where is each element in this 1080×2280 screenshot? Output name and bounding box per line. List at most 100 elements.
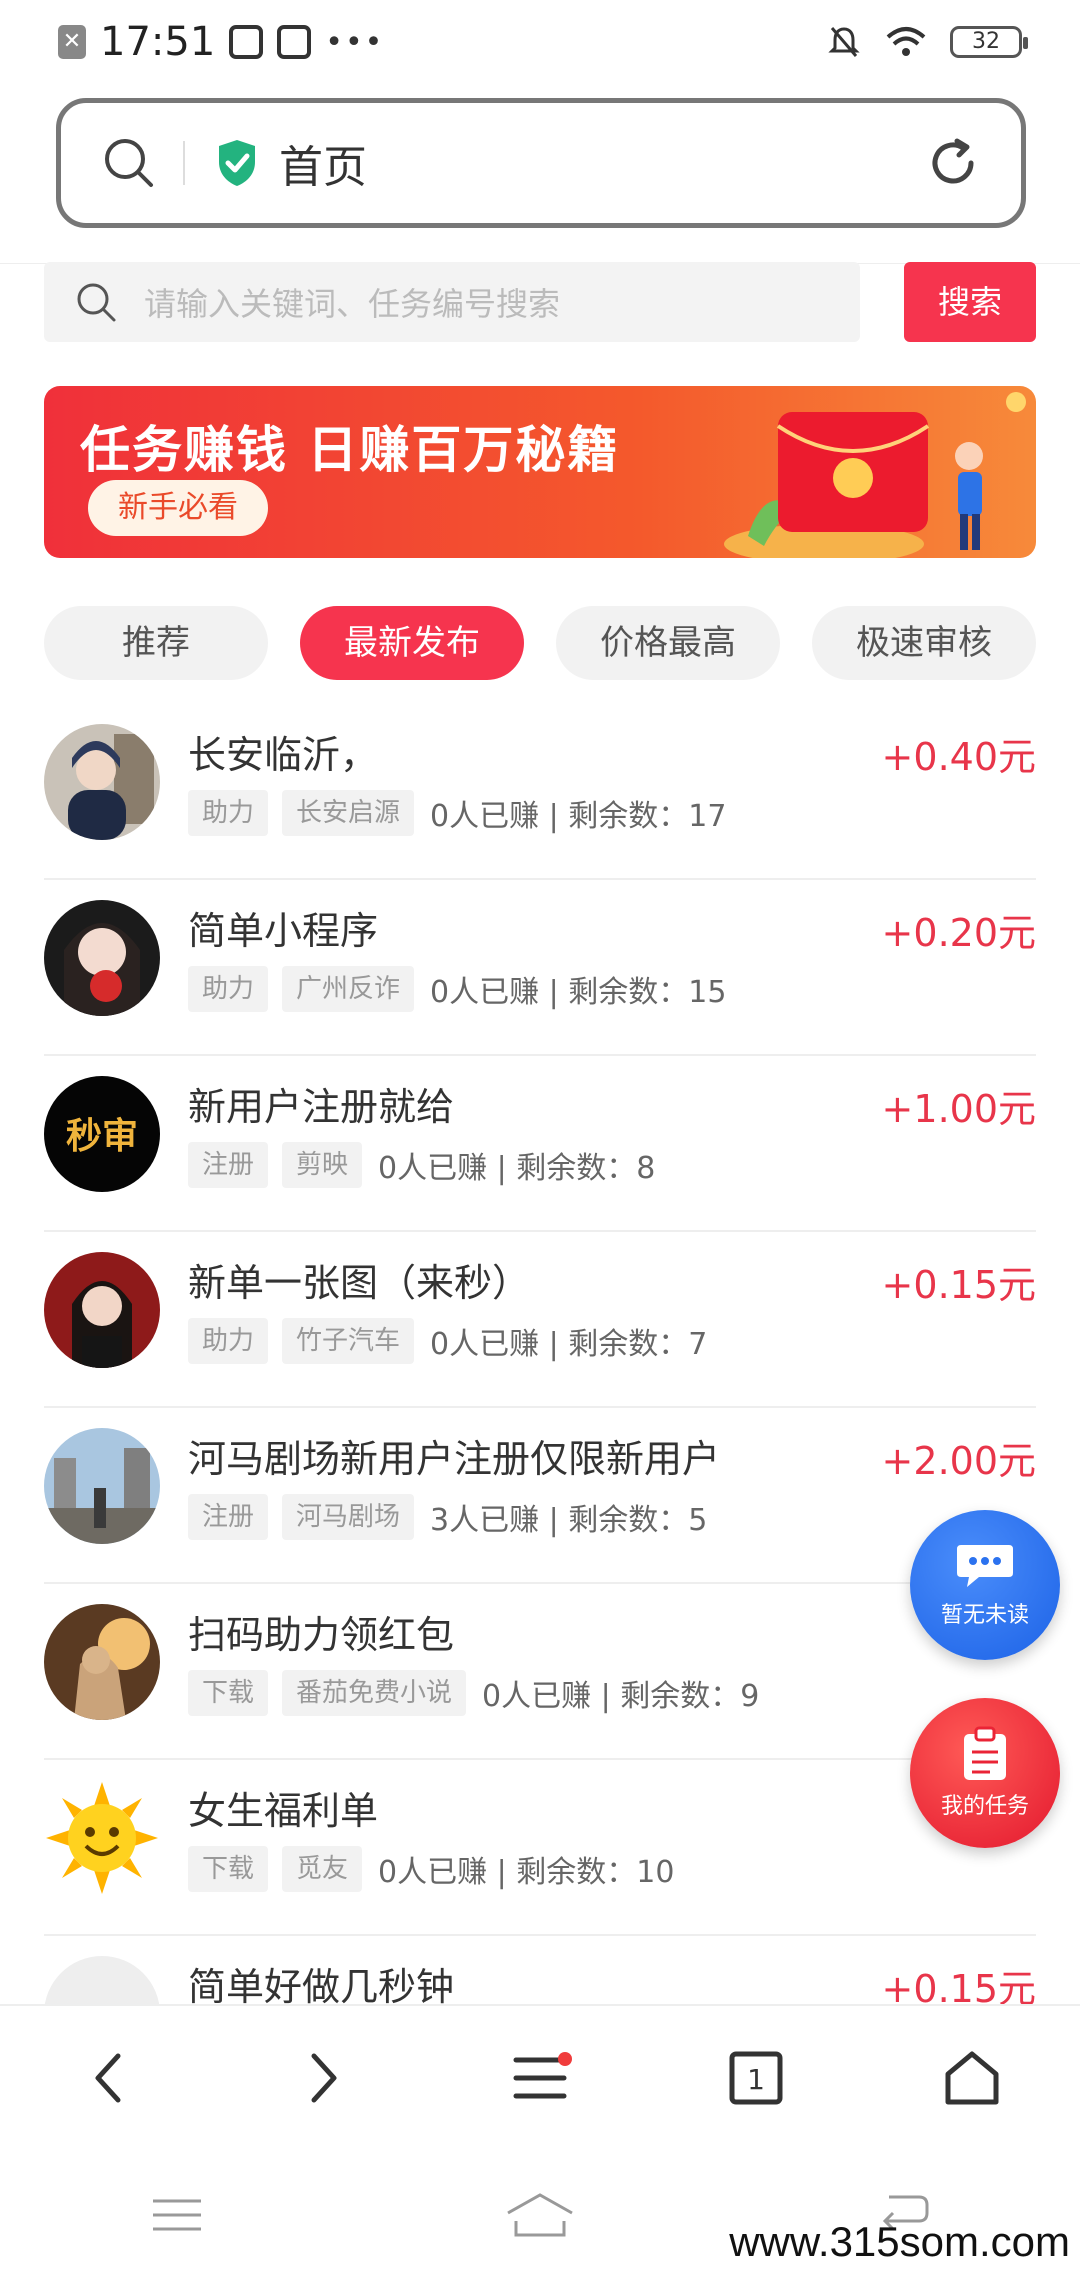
task-type-tag: 助力 bbox=[188, 966, 269, 1012]
home-button[interactable] bbox=[912, 2018, 1032, 2138]
task-stats: 0人已赚 | 剩余数：15 bbox=[430, 975, 727, 1010]
status-left: ✕ 17:51 ••• bbox=[58, 19, 384, 65]
tab-latest[interactable]: 最新发布 bbox=[300, 606, 524, 680]
task-meta: 助力 长安启源 0人已赚 | 剩余数：17 bbox=[188, 790, 726, 836]
task-stats: 0人已赚 | 剩余数：9 bbox=[482, 1679, 760, 1714]
chevron-right-icon bbox=[311, 2053, 337, 2103]
avatar-logo-text: 秒审 bbox=[66, 1116, 138, 1157]
task-type-tag: 助力 bbox=[188, 790, 269, 836]
filter-tabs: 推荐 最新发布 价格最高 极速审核 bbox=[44, 606, 1036, 680]
task-title: 新用户注册就给 bbox=[188, 1085, 455, 1129]
system-home-icon[interactable] bbox=[504, 2191, 576, 2239]
task-meta: 注册 河马剧场 3人已赚 | 剩余数：5 bbox=[188, 1494, 707, 1540]
task-app-tag: 番茄免费小说 bbox=[282, 1670, 467, 1716]
task-price: +0.15元 bbox=[881, 1263, 1036, 1307]
wifi-icon bbox=[886, 27, 926, 56]
search-row: 请输入关键词、任务编号搜索 搜索 bbox=[0, 262, 1080, 342]
task-stats: 0人已赚 | 剩余数：7 bbox=[430, 1327, 708, 1362]
search-icon[interactable] bbox=[101, 135, 157, 191]
task-type-tag: 注册 bbox=[188, 1494, 269, 1540]
task-meta: 下载 番茄免费小说 0人已赚 | 剩余数：9 bbox=[188, 1670, 759, 1716]
task-app-tag: 广州反诈 bbox=[282, 966, 415, 1012]
task-meta: 助力 广州反诈 0人已赚 | 剩余数：15 bbox=[188, 966, 726, 1012]
task-price: +0.40元 bbox=[881, 735, 1036, 779]
home-icon bbox=[945, 2051, 999, 2105]
task-stats: 0人已赚 | 剩余数：17 bbox=[430, 799, 727, 834]
task-type-tag: 下载 bbox=[188, 1670, 269, 1716]
messages-fab-label: 暂无未读 bbox=[940, 1603, 1029, 1628]
tab-fast-review[interactable]: 极速审核 bbox=[812, 606, 1036, 680]
task-app-tag: 竹子汽车 bbox=[282, 1318, 415, 1364]
search-placeholder: 请输入关键词、任务编号搜索 bbox=[144, 285, 561, 323]
refresh-icon[interactable] bbox=[925, 135, 981, 191]
task-type-tag: 助力 bbox=[188, 1318, 269, 1364]
task-row[interactable]: 河马剧场新用户注册仅限新用户 +2.00元 注册 河马剧场 3人已赚 | 剩余数… bbox=[44, 1408, 1036, 1584]
task-stats: 3人已赚 | 剩余数：5 bbox=[430, 1503, 708, 1538]
task-title: 简单好做几秒钟 bbox=[188, 1965, 455, 2009]
back-button[interactable] bbox=[48, 2018, 168, 2138]
task-row[interactable]: 扫码助力领红包 +2 下载 番茄免费小说 0人已赚 | 剩余数：9 bbox=[44, 1584, 1036, 1760]
task-row[interactable]: 新单一张图（来秒） +0.15元 助力 竹子汽车 0人已赚 | 剩余数：7 bbox=[44, 1232, 1036, 1408]
clipboard-icon bbox=[964, 1726, 1006, 1780]
banner-title: 任务赚钱 日赚百万秘籍 bbox=[80, 421, 620, 479]
tabs-button[interactable]: 1 bbox=[696, 2018, 816, 2138]
forward-button[interactable] bbox=[264, 2018, 384, 2138]
tab-recommended[interactable]: 推荐 bbox=[44, 606, 268, 680]
task-title: 简单小程序 bbox=[188, 909, 379, 953]
my-tasks-fab-label: 我的任务 bbox=[940, 1794, 1029, 1819]
task-meta: 注册 剪映 0人已赚 | 剩余数：8 bbox=[188, 1142, 655, 1188]
recent-apps-icon[interactable] bbox=[149, 2195, 205, 2235]
task-title: 女生福利单 bbox=[188, 1789, 379, 1833]
task-price: +1.00元 bbox=[881, 1087, 1036, 1131]
more-notifications-icon: ••• bbox=[325, 24, 385, 60]
task-row[interactable]: 长安临沂， +0.40元 助力 长安启源 0人已赚 | 剩余数：17 bbox=[44, 704, 1036, 880]
promo-banner[interactable]: 任务赚钱 日赚百万秘籍 新手必看 bbox=[44, 386, 1036, 558]
notification-x-icon: ✕ bbox=[58, 25, 86, 59]
task-type-tag: 下载 bbox=[188, 1846, 269, 1892]
task-title: 长安临沂， bbox=[188, 733, 379, 777]
secure-shield-icon bbox=[219, 140, 255, 186]
messages-fab[interactable]: 暂无未读 bbox=[910, 1510, 1060, 1660]
menu-badge-dot bbox=[558, 2052, 572, 2066]
task-meta: 下载 觅友 0人已赚 | 剩余数：10 bbox=[188, 1846, 674, 1892]
play-icon bbox=[277, 25, 312, 59]
red-envelope-icon bbox=[724, 392, 1026, 558]
status-right: 32 bbox=[826, 24, 1028, 60]
banner-badge[interactable]: 新手必看 bbox=[88, 480, 268, 536]
task-app-tag: 剪映 bbox=[282, 1142, 363, 1188]
task-row[interactable]: 秒审 新用户注册就给 +1.00元 注册 剪映 0人已赚 | 剩余数：8 bbox=[44, 1056, 1036, 1232]
chevron-left-icon bbox=[95, 2053, 121, 2103]
task-type-tag: 注册 bbox=[188, 1142, 269, 1188]
task-title: 河马剧场新用户注册仅限新用户 bbox=[188, 1437, 721, 1481]
avatar bbox=[44, 900, 160, 1016]
avatar bbox=[44, 1780, 160, 1896]
menu-button[interactable] bbox=[480, 2018, 600, 2138]
task-app-tag: 长安启源 bbox=[282, 790, 415, 836]
task-stats: 0人已赚 | 剩余数：8 bbox=[378, 1151, 656, 1186]
browser-header: 首页 bbox=[0, 84, 1080, 264]
battery-icon: 32 bbox=[950, 26, 1028, 58]
browser-bottom-nav: 1 bbox=[0, 2004, 1080, 2150]
task-row[interactable]: 简单小程序 +0.20元 助力 广州反诈 0人已赚 | 剩余数：15 bbox=[44, 880, 1036, 1056]
search-button[interactable]: 搜索 bbox=[904, 262, 1036, 342]
tab-highest-price[interactable]: 价格最高 bbox=[556, 606, 780, 680]
avatar bbox=[44, 1428, 160, 1544]
task-app-tag: 河马剧场 bbox=[282, 1494, 415, 1540]
search-icon bbox=[77, 283, 116, 322]
status-time: 17:51 bbox=[100, 19, 216, 65]
status-bar: ✕ 17:51 ••• 32 bbox=[0, 0, 1080, 84]
task-price: +2.00元 bbox=[881, 1439, 1036, 1483]
avatar bbox=[44, 1252, 160, 1368]
task-row[interactable]: 女生福利单 + 下载 觅友 0人已赚 | 剩余数：10 bbox=[44, 1760, 1036, 1936]
task-price: +0.20元 bbox=[881, 911, 1036, 955]
task-list: 长安临沂， +0.40元 助力 长安启源 0人已赚 | 剩余数：17 简单小程序… bbox=[0, 704, 1080, 2112]
task-title: 新单一张图（来秒） bbox=[188, 1261, 531, 1305]
search-input[interactable]: 请输入关键词、任务编号搜索 bbox=[44, 262, 860, 342]
mute-bell-icon bbox=[828, 27, 860, 57]
task-app-tag: 觅友 bbox=[282, 1846, 363, 1892]
task-meta: 助力 竹子汽车 0人已赚 | 剩余数：7 bbox=[188, 1318, 707, 1364]
my-tasks-fab[interactable]: 我的任务 bbox=[910, 1698, 1060, 1848]
divider bbox=[183, 141, 185, 185]
address-bar[interactable]: 首页 bbox=[56, 98, 1026, 228]
tab-count: 1 bbox=[747, 2063, 765, 2096]
